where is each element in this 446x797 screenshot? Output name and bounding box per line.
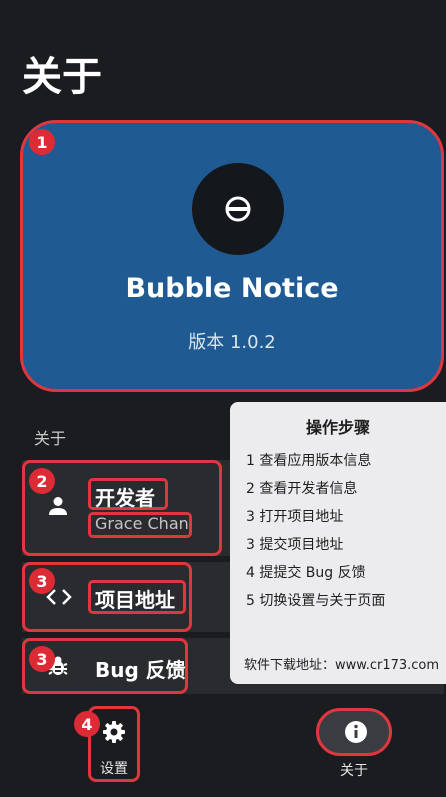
step-item: 3 提交项目地址: [246, 537, 344, 553]
section-label: 关于: [34, 429, 67, 448]
step-badge-1: 1: [29, 129, 55, 155]
nav-about-label: 关于: [340, 763, 368, 779]
step-badge-4: 4: [74, 711, 100, 737]
page-title: 关于: [22, 54, 102, 100]
step-badge-2: 2: [29, 468, 55, 494]
step-item: 2 查看开发者信息: [246, 481, 358, 497]
nav-about-pill[interactable]: [316, 708, 392, 756]
info-icon: [345, 721, 367, 743]
steps-title: 操作步骤: [305, 418, 370, 437]
step-badge-3a: 3: [29, 568, 55, 594]
bubble-logo-icon: [225, 196, 251, 222]
steps-panel: 操作步骤 1 查看应用版本信息 2 查看开发者信息 3 打开项目地址 3 提交项…: [230, 402, 446, 684]
app-logo: [192, 163, 284, 255]
step-badge-3b: 3: [29, 646, 55, 672]
step-item: 5 切换设置与关于页面: [246, 593, 386, 609]
step-item: 3 打开项目地址: [246, 509, 344, 525]
app-version: 版本 1.0.2: [188, 332, 276, 353]
download-url: 软件下载地址：www.cr173.com: [244, 658, 440, 673]
step-item: 1 查看应用版本信息: [246, 453, 372, 469]
app-name: Bubble Notice: [125, 273, 339, 304]
step-item: 4 提提交 Bug 反馈: [246, 565, 366, 581]
app-info-card: Bubble Notice 版本 1.0.2: [20, 120, 444, 392]
